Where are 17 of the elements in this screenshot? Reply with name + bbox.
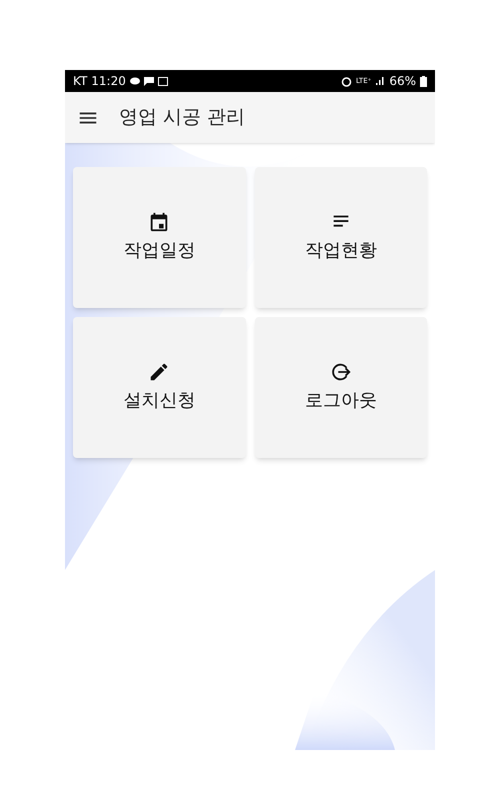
menu-tile[interactable]: 설치신청 bbox=[73, 317, 246, 458]
battery-percent: 66% bbox=[389, 73, 416, 90]
message-icon bbox=[144, 76, 154, 86]
alarm-icon bbox=[340, 76, 352, 86]
carrier-text: KT bbox=[73, 73, 88, 90]
logout-icon bbox=[330, 361, 352, 383]
menu-tile[interactable]: 작업현황 bbox=[254, 167, 427, 308]
app-title: 영업 시공 관리 bbox=[119, 105, 246, 130]
image-icon bbox=[158, 76, 168, 86]
status-time: 11:20 bbox=[91, 73, 126, 90]
chat-bubble-icon bbox=[130, 76, 140, 86]
menu-tile[interactable]: 로그아웃 bbox=[254, 317, 427, 458]
signal-icon bbox=[375, 76, 386, 86]
menu-tile[interactable]: 작업일정 bbox=[73, 167, 246, 308]
battery-icon bbox=[420, 76, 427, 86]
calendar-icon bbox=[148, 211, 170, 233]
pencil-icon bbox=[148, 361, 170, 383]
